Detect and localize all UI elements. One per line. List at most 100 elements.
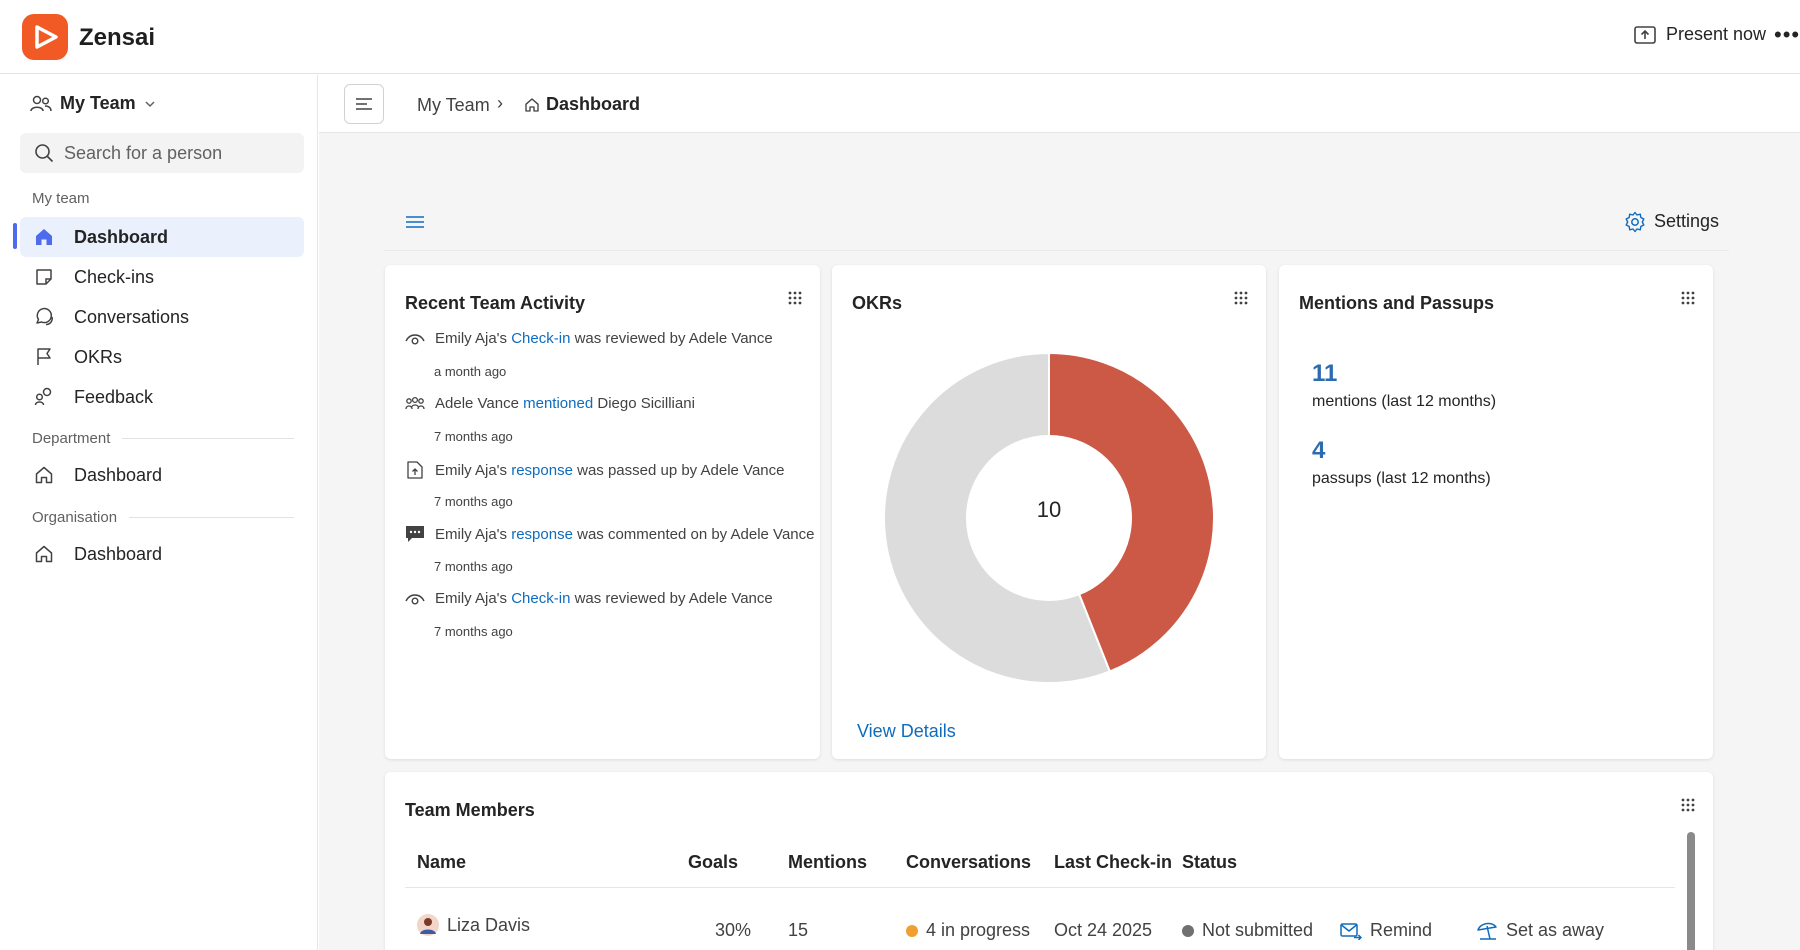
passups-count[interactable]: 4 [1312,437,1325,465]
activity-actor: Emily Aja's [435,461,512,479]
active-nav-indicator [13,223,17,249]
app-name: Zensai [79,24,156,51]
sidebar-item-dept-dashboard[interactable]: Dashboard [20,455,304,495]
sidebar-item-dashboard[interactable]: Dashboard [20,217,304,257]
home-icon [525,97,539,112]
menu-icon [356,98,372,110]
mentions-title: Mentions and Passups [1299,293,1495,313]
settings-label: Settings [1653,211,1719,231]
eye-icon [405,333,425,344]
set-away-label: Set as away [1506,920,1605,940]
list-icon[interactable] [404,214,426,230]
search-icon [35,144,54,163]
activity-detail: was reviewed by Adele Vance [570,330,773,347]
settings-button[interactable]: Settings [1624,211,1719,233]
passups-label: passups (last 12 months) [1312,470,1491,487]
sidebar-item-okrs[interactable]: OKRs [20,337,304,377]
member-name: Liza Davis [447,914,531,935]
sidebar-item-conversations[interactable]: Conversations [20,297,304,337]
activity-time: 7 months ago [434,429,513,444]
activity-link[interactable]: response [511,526,573,543]
member-conversations[interactable]: 4 in progress [906,920,1030,941]
activity-actor: Adele Vance [435,395,524,412]
column-header-conversations[interactable]: Conversations [906,852,1031,873]
main-content: My Team › Dashboard Settings Recent Team… [319,75,1800,950]
activity-detail: was commented on by Adele Vance [572,525,815,543]
sidebar-item-org-dashboard[interactable]: Dashboard [20,534,304,574]
okrs-donut-chart [883,351,1215,684]
sidebar-item-feedback[interactable]: Feedback [20,377,304,417]
section-department: Department [32,430,294,447]
activity-link[interactable]: Check-in [511,330,570,347]
sidebar-item-label: Conversations [74,306,190,327]
activity-text: Emily Aja's Check-in was reviewed by Ade… [435,590,773,607]
sidebar-toggle-button[interactable] [344,84,384,124]
activity-detail: was reviewed by Adele Vance [570,590,773,607]
app-logo [22,14,68,60]
column-header-name[interactable]: Name [417,852,466,873]
mentions-count[interactable]: 11 [1312,360,1337,388]
feedback-icon [34,387,52,406]
app-header: Zensai Present now ••• [0,0,1800,74]
activity-actor: Emily Aja's [435,330,512,347]
column-header-goals[interactable]: Goals [688,852,738,873]
table-scrollbar[interactable] [1687,832,1695,950]
remind-label: Remind [1370,920,1433,940]
section-organisation-label: Organisation [32,509,118,526]
comment-icon [406,526,424,542]
remind-button[interactable]: Remind [1340,920,1432,941]
activity-actor: Emily Aja's [435,590,512,607]
member-status: Not submitted [1182,920,1313,941]
sidebar-item-label: Check-ins [74,266,155,287]
eye-icon [405,593,425,604]
activity-time: a month ago [434,364,507,379]
people-icon [30,95,52,111]
sidebar-item-label: Dashboard [74,226,169,247]
avatar [417,914,439,936]
team-switcher-label: My Team [60,93,136,113]
activity-item: Emily Aja's response was passed up by Ad… [405,460,784,480]
breadcrumb-my-team[interactable]: My Team [417,95,490,116]
member-status-label: Not submitted [1202,920,1314,940]
activity-detail: Diego Sicilliani [593,395,695,412]
sidebar: My Team Search for a person My team Dash… [0,75,318,950]
okrs-card: OKRs 10 View Details [832,265,1266,759]
column-header-status[interactable]: Status [1182,852,1237,873]
column-header-last-checkin[interactable]: Last Check-in [1054,852,1172,873]
sidebar-item-label: Dashboard [74,464,163,485]
drag-handle-icon[interactable] [1234,291,1248,305]
passup-icon [407,461,423,479]
drag-handle-icon[interactable] [1681,798,1695,812]
search-input[interactable]: Search for a person [20,133,304,173]
section-department-label: Department [32,430,111,447]
more-options-icon[interactable]: ••• [1774,22,1800,48]
member-name-cell[interactable]: Liza Davis [417,914,530,936]
table-header-divider [405,887,1675,888]
team-members-card: Team Members Name Goals Mentions Convers… [385,772,1713,950]
search-placeholder: Search for a person [64,142,223,163]
sidebar-item-checkins[interactable]: Check-ins [20,257,304,297]
home-icon [36,229,52,245]
team-switcher[interactable]: My Team [30,93,156,114]
present-now-button[interactable]: Present now [1634,24,1766,45]
view-details-link[interactable]: View Details [857,721,956,742]
drag-handle-icon[interactable] [788,291,802,305]
drag-handle-icon[interactable] [1681,291,1695,305]
activity-time: 7 months ago [434,494,513,509]
activity-time: 7 months ago [434,624,513,639]
column-header-mentions[interactable]: Mentions [788,852,867,873]
activity-link[interactable]: response [511,462,573,479]
activity-link[interactable]: mentioned [523,395,593,412]
set-away-button[interactable]: Set as away [1476,920,1604,941]
sidebar-item-label: Dashboard [74,543,163,564]
activity-text: Emily Aja's Check-in was reviewed by Ade… [435,330,773,347]
activity-text: Adele Vance mentioned Diego Sicilliani [435,395,695,412]
sidebar-item-label: Feedback [74,386,154,407]
breadcrumb-current: Dashboard [524,94,640,115]
activity-detail: was passed up by Adele Vance [572,461,785,479]
activity-text: Emily Aja's response was commented on by… [435,526,814,543]
section-divider [122,438,294,439]
flag-icon [37,348,51,365]
activity-link[interactable]: Check-in [511,590,570,607]
mentions-label: mentions (last 12 months) [1312,393,1497,410]
